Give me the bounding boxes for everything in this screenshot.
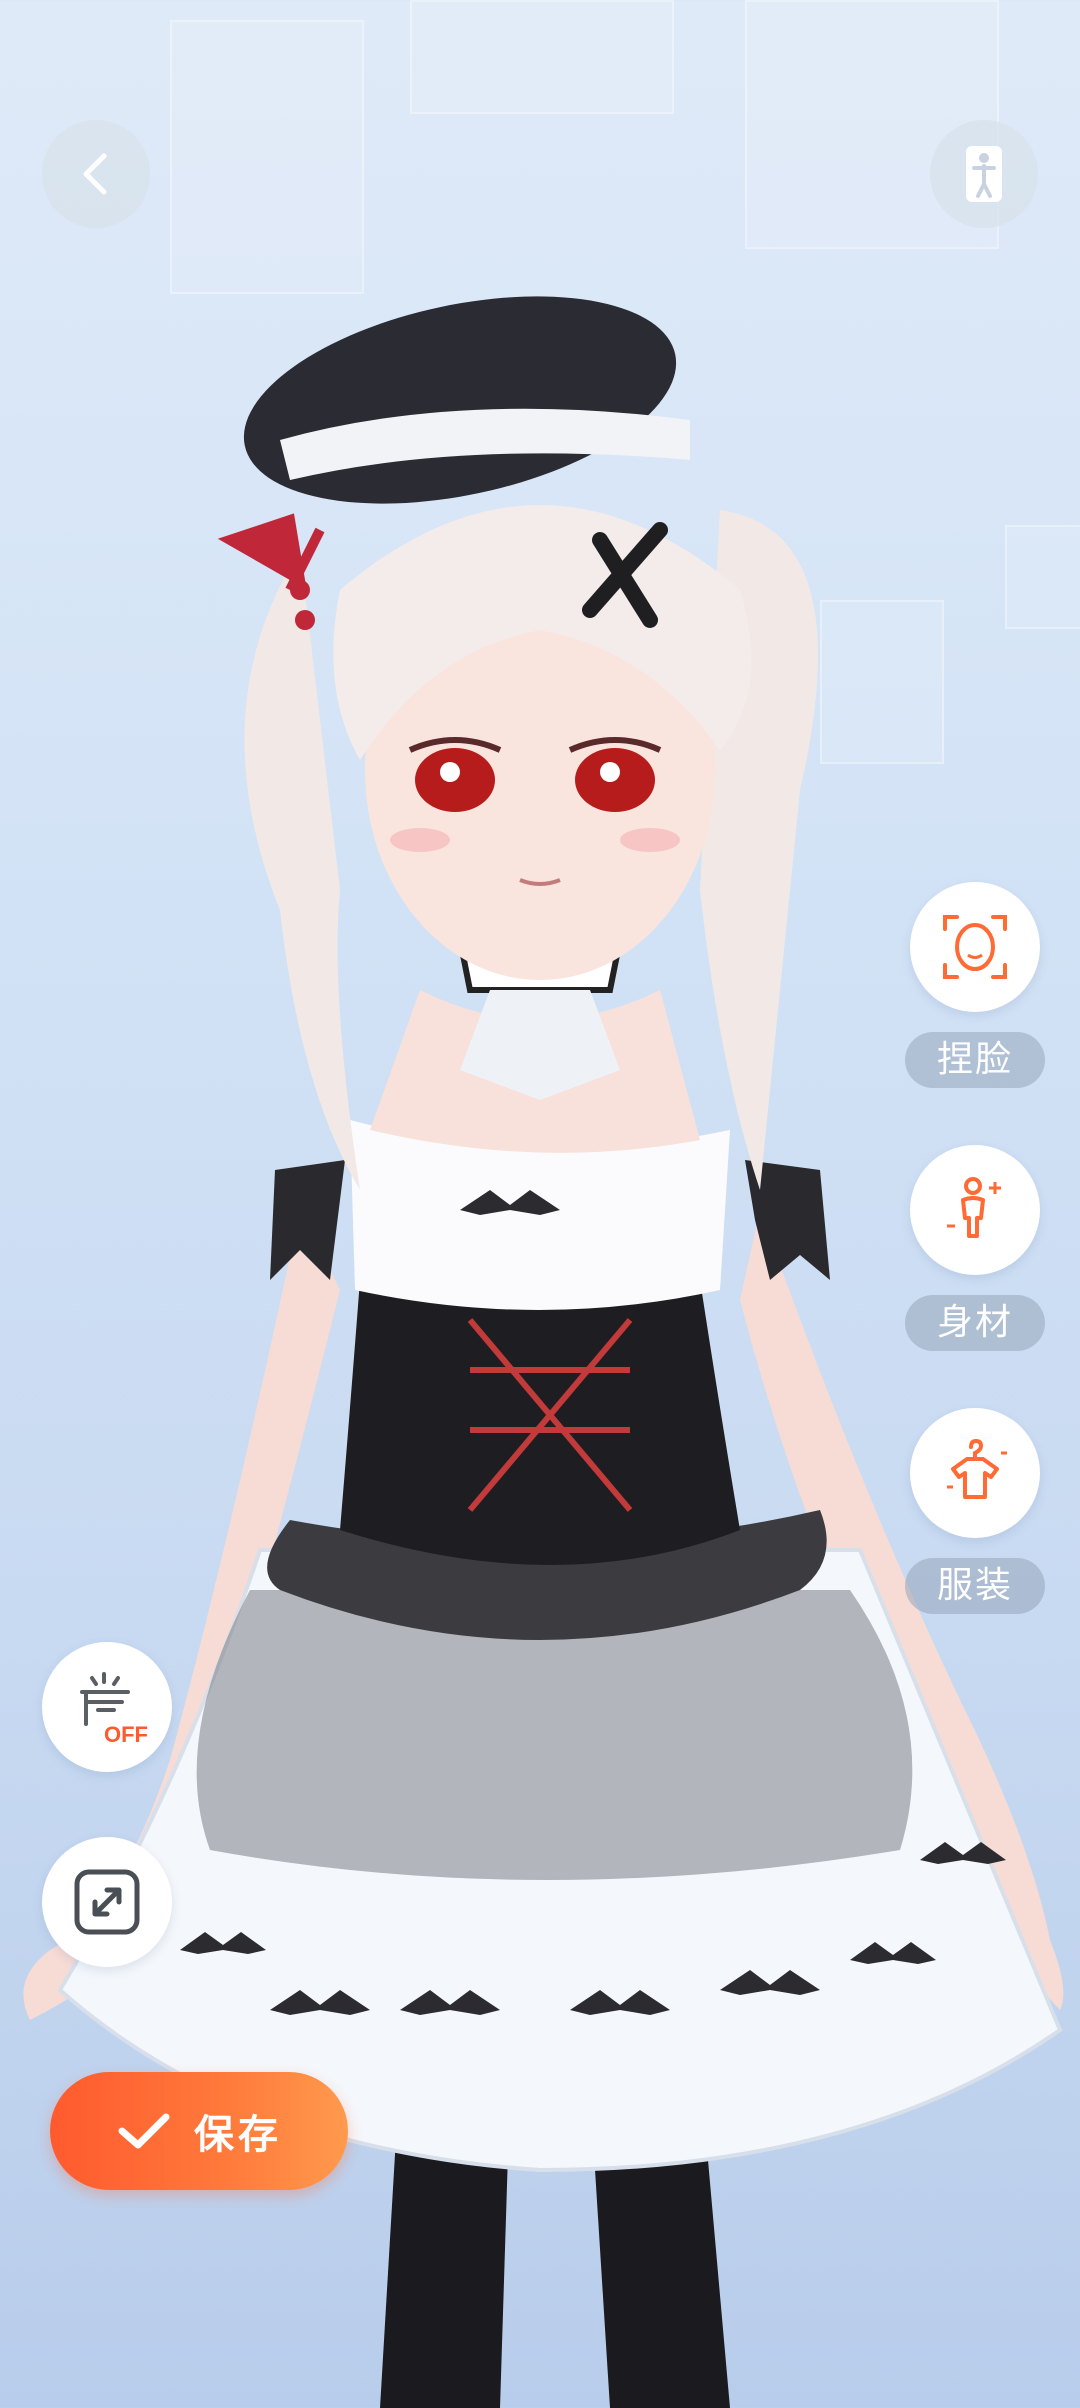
chevron-left-icon [83, 153, 107, 195]
check-icon [118, 2113, 170, 2149]
outfit-edit-label: 服装 [905, 1558, 1045, 1614]
background-panel [170, 20, 364, 294]
face-edit-item[interactable]: 捏脸 [905, 882, 1045, 1088]
light-box-icon: OFF [80, 1672, 148, 1747]
body-edit-label: 身材 [905, 1295, 1045, 1351]
outfit-edit-button[interactable] [910, 1408, 1040, 1538]
body-edit-item[interactable]: 身材 [905, 1145, 1045, 1351]
background-toggle-state: OFF [104, 1722, 148, 1747]
face-edit-label: 捏脸 [905, 1032, 1045, 1088]
hanger-shirt-icon [947, 1438, 1007, 1499]
background-toggle-button[interactable]: OFF [42, 1642, 172, 1772]
save-button-label: 保存 [194, 2112, 282, 2158]
outfit-edit-item[interactable]: 服装 [905, 1408, 1045, 1614]
face-edit-button[interactable] [910, 882, 1040, 1012]
back-button[interactable] [42, 120, 150, 228]
standing-figure-icon [966, 146, 1002, 202]
expand-arrows-icon [74, 1869, 140, 1935]
pose-button[interactable] [930, 120, 1038, 228]
body-figure-icon [947, 1177, 1001, 1238]
save-button[interactable]: 保存 [50, 2072, 348, 2190]
face-scan-icon [943, 915, 1007, 979]
background-panel [410, 0, 674, 114]
body-edit-button[interactable] [910, 1145, 1040, 1275]
fullscreen-button[interactable] [42, 1837, 172, 1967]
